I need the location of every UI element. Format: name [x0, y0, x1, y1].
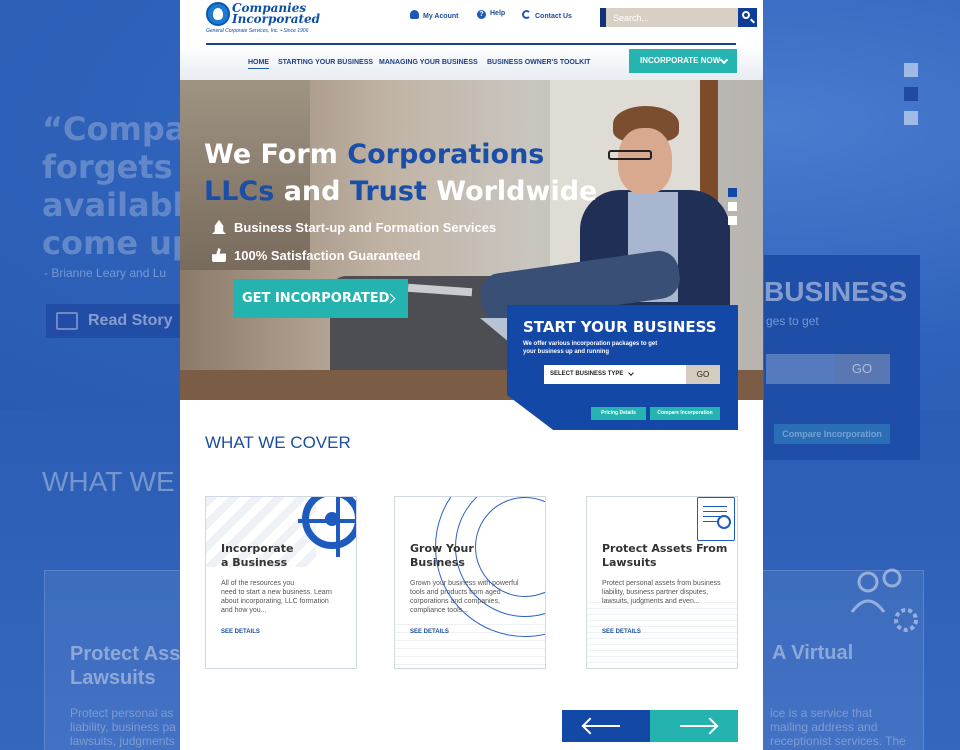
hero-headline-line2: LLCs and Trust Worldwide: [204, 173, 597, 210]
chevron-down-icon: [719, 55, 729, 65]
background-read-story-label: Read Story: [88, 312, 173, 329]
card-body: Grown your business with powerful tools …: [410, 580, 519, 614]
background-quote-author: - Brianne Leary and Lu: [44, 266, 167, 280]
crosshair-line: [336, 497, 340, 557]
search-input[interactable]: [606, 8, 738, 27]
background-protect-title: Protect Ass Lawsuits: [70, 643, 181, 689]
incorporate-now-label: INCORPORATE NOW: [640, 56, 721, 65]
compare-incorporation-button[interactable]: Compare Incorporation: [650, 407, 720, 420]
arrow-right-head: [701, 717, 719, 735]
website-page: Companies Incorporated General Corporate…: [180, 0, 763, 750]
carousel-prev-button[interactable]: [562, 710, 650, 742]
main-nav: HOME STARTING YOUR BUSINESS MANAGING YOU…: [180, 45, 763, 80]
search-box: [600, 8, 758, 27]
my-account-link[interactable]: My Acount: [410, 10, 459, 20]
slide-indicator[interactable]: [728, 188, 737, 197]
see-details-link[interactable]: SEE DETAILS: [602, 629, 641, 635]
logo-name: Companies Incorporated: [232, 1, 321, 26]
help-icon: ?: [477, 10, 486, 19]
business-type-select-label: SELECT BUSINESS TYPE: [550, 371, 624, 377]
background-start-go: GO: [834, 354, 890, 384]
card-grow-business[interactable]: Grow Your Business Grown your business w…: [394, 496, 546, 669]
logo-tagline: General Corporate Services, Inc. • Since…: [206, 28, 309, 34]
top-bar: Companies Incorporated General Corporate…: [180, 0, 763, 44]
hero-headline-line1: We Form Corporations: [204, 136, 597, 173]
background-start-title: BUSINESS: [764, 276, 908, 307]
business-type-select[interactable]: SELECT BUSINESS TYPE: [544, 365, 686, 384]
hero-photo-person-face: [618, 128, 672, 194]
hero-photo-glasses: [608, 150, 652, 160]
nav-managing-your-business[interactable]: MANAGING YOUR BUSINESS: [379, 59, 478, 66]
phone-icon: [522, 10, 531, 19]
see-details-link[interactable]: SEE DETAILS: [221, 629, 260, 635]
card-title: Incorporate a Business: [221, 542, 294, 569]
card-title: Grow Your Business: [410, 542, 474, 569]
hero-headline: We Form Corporations LLCs and Trust Worl…: [204, 136, 597, 210]
start-your-business-panel: START YOUR BUSINESS We offer various inc…: [507, 305, 738, 430]
hero-headline-and: and: [274, 176, 350, 207]
card-incorporate-business[interactable]: Incorporate a Business All of the resour…: [205, 496, 357, 669]
hero-headline-we-form: We Form: [204, 139, 348, 170]
hero-headline-trust: Trust: [349, 176, 427, 207]
background-start-subtitle: ges to get: [766, 314, 819, 328]
crosshair-line: [298, 519, 356, 523]
see-details-link[interactable]: SEE DETAILS: [410, 629, 449, 635]
user-icon: [410, 10, 419, 19]
card-body: All of the resources you need to start a…: [221, 580, 332, 614]
carousel-next-button[interactable]: [650, 710, 738, 742]
help-label: Help: [490, 10, 506, 17]
background-start-compare: Compare Incorporation: [774, 424, 890, 444]
magnifier-icon: [717, 515, 731, 529]
story-icon: [56, 312, 78, 330]
hero-headline-worldwide: Worldwide: [426, 176, 598, 207]
get-incorporated-label: GET INCORPORATED: [242, 291, 390, 306]
hero-feature-guarantee: 100% Satisfaction Guaranteed: [212, 248, 421, 263]
contact-us-link[interactable]: Contact Us: [522, 10, 572, 20]
card-protect-assets[interactable]: Protect Assets From Lawsuits Protect per…: [586, 496, 738, 669]
background-start-select: [766, 354, 834, 384]
arrow-left-head: [581, 717, 599, 735]
hero-feature-startup: Business Start-up and Formation Services: [212, 220, 497, 235]
card-body: Protect personal assets from business li…: [602, 580, 721, 605]
search-button[interactable]: [738, 8, 757, 27]
chevron-down-icon: [628, 370, 634, 376]
card-title: Protect Assets From Lawsuits: [602, 542, 728, 569]
hero-headline-llcs: LLCs: [204, 176, 275, 207]
logo[interactable]: Companies Incorporated General Corporate…: [206, 2, 326, 36]
slide-indicator[interactable]: [728, 216, 737, 225]
background-read-story: Read Story: [46, 304, 180, 338]
background-virtual-text: ice is a service that mailing address an…: [770, 706, 906, 748]
my-account-label: My Acount: [423, 13, 459, 20]
pricing-details-button[interactable]: Pricing Details: [591, 407, 646, 420]
nav-business-owners-toolkit[interactable]: BUSINESS OWNER'S TOOLKIT: [487, 59, 590, 66]
search-icon: [742, 11, 750, 19]
nav-starting-your-business[interactable]: STARTING YOUR BUSINESS: [278, 59, 373, 66]
nav-home[interactable]: HOME: [248, 59, 269, 69]
hero-feature-guarantee-label: 100% Satisfaction Guaranteed: [234, 248, 421, 263]
hero-feature-startup-label: Business Start-up and Formation Services: [234, 220, 497, 235]
incorporate-now-button[interactable]: INCORPORATE NOW: [629, 49, 737, 73]
people-gear-icon: [850, 568, 918, 632]
slide-indicator[interactable]: [728, 202, 737, 211]
lion-emblem-icon: [206, 2, 230, 26]
get-incorporated-button[interactable]: GET INCORPORATED: [233, 279, 408, 318]
go-button[interactable]: GO: [686, 365, 720, 384]
start-your-business-subtitle: We offer various incorporation packages …: [523, 341, 658, 355]
what-we-cover-heading: WHAT WE COVER: [205, 433, 351, 452]
contact-us-label: Contact Us: [535, 13, 572, 20]
hero-headline-corporations: Corporations: [347, 139, 545, 170]
start-your-business-title: START YOUR BUSINESS: [523, 318, 717, 336]
help-link[interactable]: ? Help: [477, 10, 505, 19]
background-protect-text: Protect personal as liability, business …: [70, 706, 176, 748]
background-what-we-cover: WHAT WE C: [42, 466, 203, 497]
background-virtual-title: A Virtual: [772, 642, 854, 664]
